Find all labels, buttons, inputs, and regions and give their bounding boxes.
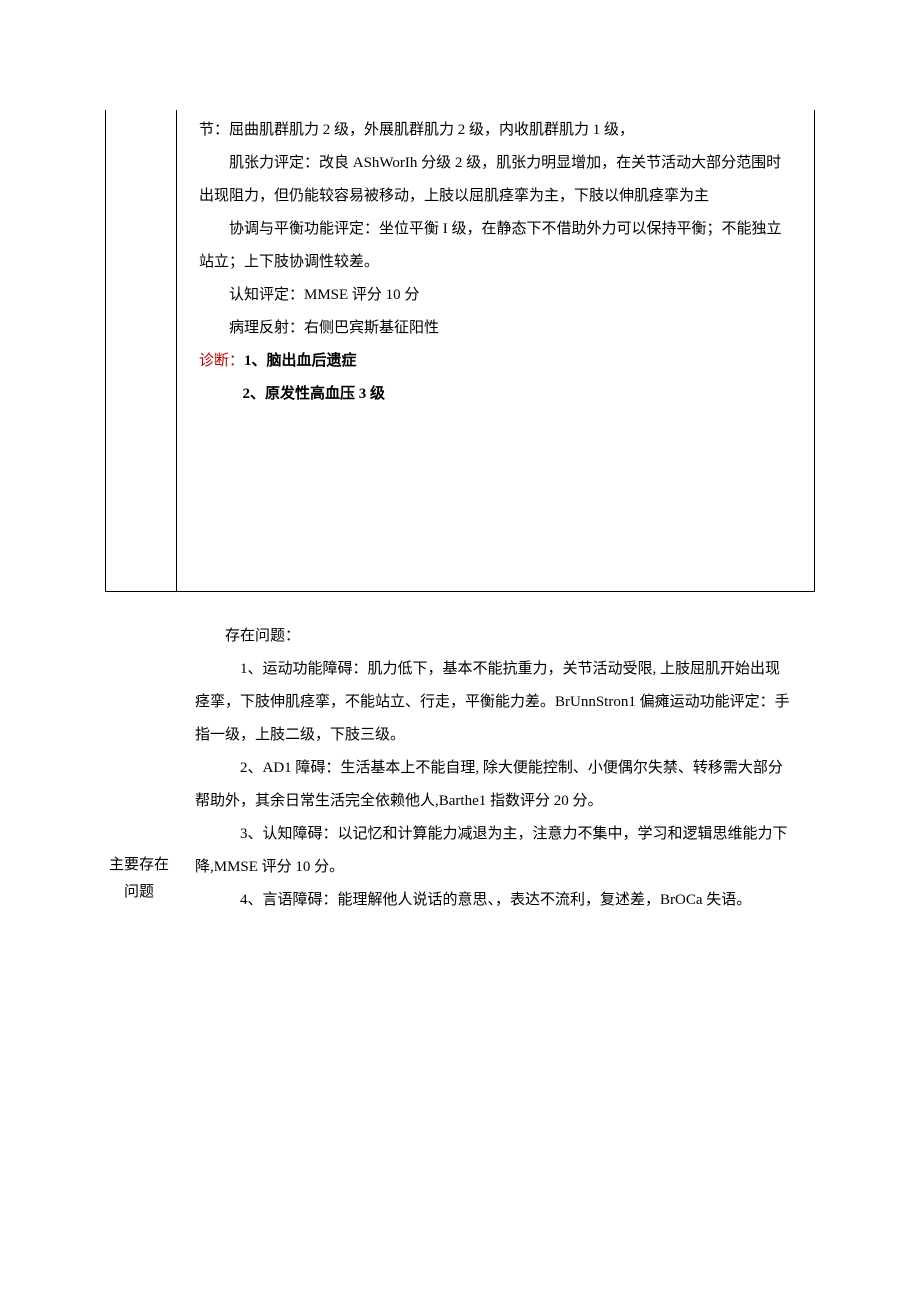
section-label-line: 问题 xyxy=(124,879,154,906)
section-content: 存在问题： 1、运动功能障碍：肌力低下，基本不能抗重力，关节活动受限, 上肢屈肌… xyxy=(173,620,815,917)
diagnosis-item-2: 2、原发性高血压 3 级 xyxy=(199,378,792,411)
section-label: 主要存在 问题 xyxy=(105,620,173,917)
row-content-cell: 节：屈曲肌群肌力 2 级，外展肌群肌力 2 级，内收肌群肌力 1 级， 肌张力评… xyxy=(177,110,815,592)
problems-section: 主要存在 问题 存在问题： 1、运动功能障碍：肌力低下，基本不能抗重力，关节活动… xyxy=(105,620,815,917)
text-line: 病理反射：右侧巴宾斯基征阳性 xyxy=(199,312,792,345)
problem-item: 3、认知障碍：以记忆和计算能力减退为主，注意力不集中，学习和逻辑思维能力下降,M… xyxy=(195,818,793,884)
diagnosis-line-1: 诊断：1、脑出血后遗症 xyxy=(199,345,792,378)
problem-item: 4、言语障碍：能理解他人说话的意思、，表达不流利，复述差，BrOCa 失语。 xyxy=(195,884,793,917)
text-line: 协调与平衡功能评定：坐位平衡 I 级，在静态下不借助外力可以保持平衡；不能独立站… xyxy=(199,213,792,279)
problems-intro: 存在问题： xyxy=(195,620,793,653)
table-row: 节：屈曲肌群肌力 2 级，外展肌群肌力 2 级，内收肌群肌力 1 级， 肌张力评… xyxy=(106,110,815,592)
assessment-table: 节：屈曲肌群肌力 2 级，外展肌群肌力 2 级，内收肌群肌力 1 级， 肌张力评… xyxy=(105,110,815,592)
row-label-cell xyxy=(106,110,177,592)
text-line: 认知评定：MMSE 评分 10 分 xyxy=(199,279,792,312)
text-line: 节：屈曲肌群肌力 2 级，外展肌群肌力 2 级，内收肌群肌力 1 级， xyxy=(199,114,792,147)
diagnosis-label: 诊断： xyxy=(199,353,244,369)
text-line: 肌张力评定：改良 AShWorIh 分级 2 级，肌张力明显增加，在关节活动大部… xyxy=(199,147,792,213)
diagnosis-item-1: 1、脑出血后遗症 xyxy=(244,353,357,369)
problem-item: 1、运动功能障碍：肌力低下，基本不能抗重力，关节活动受限, 上肢屈肌开始出现痉挛… xyxy=(195,653,793,752)
document-page: 节：屈曲肌群肌力 2 级，外展肌群肌力 2 级，内收肌群肌力 1 级， 肌张力评… xyxy=(0,0,920,917)
problem-item: 2、AD1 障碍：生活基本上不能自理, 除大便能控制、小便偶尔失禁、转移需大部分… xyxy=(195,752,793,818)
section-label-line: 主要存在 xyxy=(109,852,169,879)
